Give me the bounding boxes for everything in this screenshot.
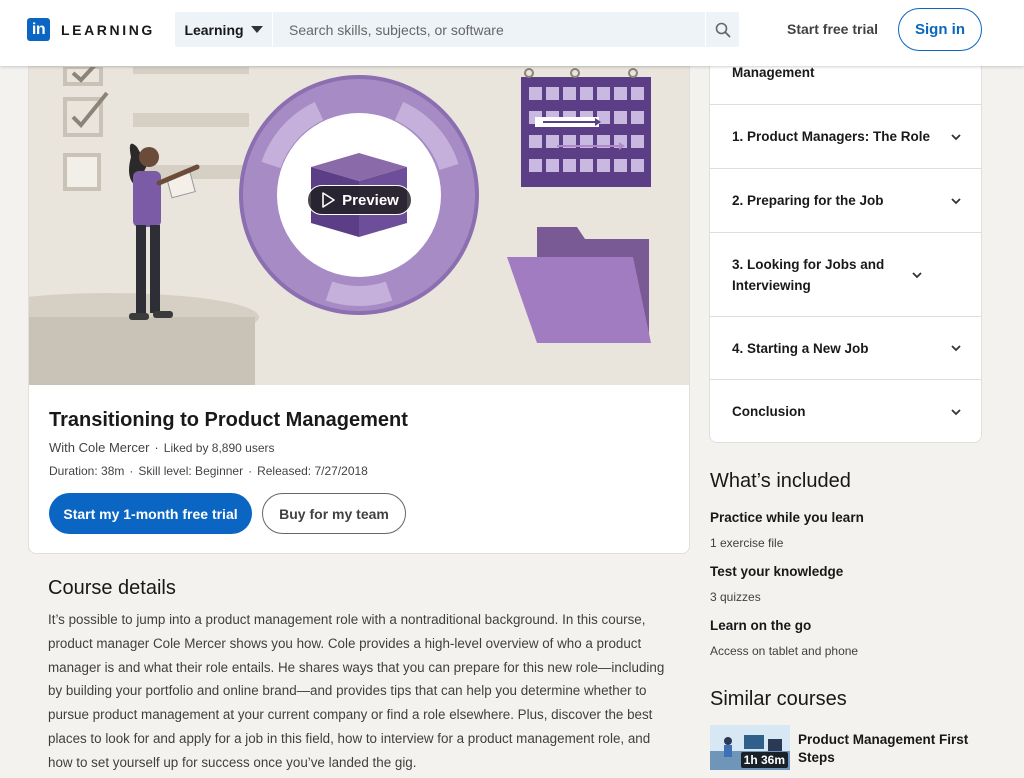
course-title: Transitioning to Product Management: [49, 409, 408, 431]
course-details-heading: Course details: [48, 577, 176, 599]
chevron-down-icon: [951, 408, 961, 415]
duration: Duration: 38m: [49, 464, 125, 478]
search-bar: Learning: [175, 12, 739, 47]
skill-level: Skill level: Beginner: [138, 464, 244, 478]
search-button[interactable]: [705, 12, 739, 47]
caret-down-icon: [250, 26, 263, 33]
linkedin-learning-logo[interactable]: in LEARNING: [27, 18, 155, 41]
toc-item-chapter-1[interactable]: 1. Product Managers: The Role: [710, 105, 981, 169]
likes-count: Liked by 8,890 users: [163, 441, 275, 455]
whats-included-heading: What’s included: [710, 470, 851, 492]
included-item-detail: Access on tablet and phone: [710, 644, 859, 658]
chevron-down-icon: [951, 197, 961, 204]
start-free-trial-button[interactable]: Start my 1-month free trial: [49, 493, 252, 534]
course-duration-badge: 1h 36m: [740, 752, 788, 768]
toc-item-label: 3. Looking for Jobs and Interviewing: [732, 256, 885, 293]
similar-course-thumbnail[interactable]: 1h 36m: [710, 725, 790, 770]
preview-label: Preview: [342, 191, 399, 209]
toc-item-label: 1. Product Managers: The Role: [732, 129, 931, 144]
toc-item-label: 2. Preparing for the Job: [732, 193, 884, 208]
toc-item-label: 4. Starting a New Job: [732, 340, 869, 356]
chevron-down-icon: [912, 271, 922, 278]
course-stats-row: Duration: 38m · Skill level: Beginner · Rele…: [49, 464, 368, 478]
logo-text: LEARNING: [61, 21, 155, 38]
play-icon: [322, 192, 335, 208]
course-meta-row: With Cole Mercer · Liked by 8,890 users: [49, 440, 275, 455]
included-item-detail: 1 exercise file: [710, 536, 784, 550]
release-date: Released: 7/27/2018: [257, 464, 368, 478]
start-free-trial-link[interactable]: Start free trial: [787, 21, 878, 37]
included-item-title: Learn on the go: [710, 618, 812, 633]
linkedin-logo-icon: in: [27, 18, 50, 41]
top-navigation-bar: in LEARNING Learning Start free trial Si…: [0, 0, 1024, 66]
included-item-title: Test your knowledge: [710, 564, 844, 579]
separator-dot: ·: [129, 464, 134, 478]
instructor-link[interactable]: With Cole Mercer: [49, 440, 149, 455]
table-of-contents: Management 1. Product Managers: The Role…: [709, 40, 982, 443]
chevron-down-icon: [951, 345, 961, 352]
toc-item-conclusion[interactable]: Conclusion: [710, 380, 981, 443]
sign-in-button[interactable]: Sign in: [898, 8, 982, 51]
course-thumbnail-illustration[interactable]: Preview: [29, 67, 689, 385]
illustration-graphic: [29, 67, 651, 385]
included-item-detail: 3 quizzes: [710, 590, 761, 604]
course-description: It’s possible to jump into a product man…: [48, 612, 665, 770]
search-category-dropdown[interactable]: Learning: [175, 12, 273, 47]
separator-dot: ·: [248, 464, 253, 478]
search-input[interactable]: [273, 12, 705, 47]
toc-item-chapter-3[interactable]: 3. Looking for Jobs and Interviewing: [710, 233, 981, 317]
search-category-label: Learning: [184, 21, 244, 38]
buy-for-team-button[interactable]: Buy for my team: [262, 493, 406, 534]
chevron-down-icon: [951, 133, 961, 140]
toc-item-label: Conclusion: [732, 404, 806, 419]
toc-item-chapter-2[interactable]: 2. Preparing for the Job: [710, 169, 981, 233]
preview-button[interactable]: Preview: [307, 185, 412, 215]
separator-dot: ·: [154, 440, 159, 455]
search-icon: [715, 22, 730, 37]
similar-courses-heading: Similar courses: [710, 688, 847, 710]
included-item-title: Practice while you learn: [710, 510, 864, 525]
toc-item-chapter-4[interactable]: 4. Starting a New Job: [710, 317, 981, 380]
course-hero-card: Preview Transitioning to Product Managem…: [28, 66, 690, 554]
similar-course-title[interactable]: Product Management First Steps: [798, 731, 978, 767]
